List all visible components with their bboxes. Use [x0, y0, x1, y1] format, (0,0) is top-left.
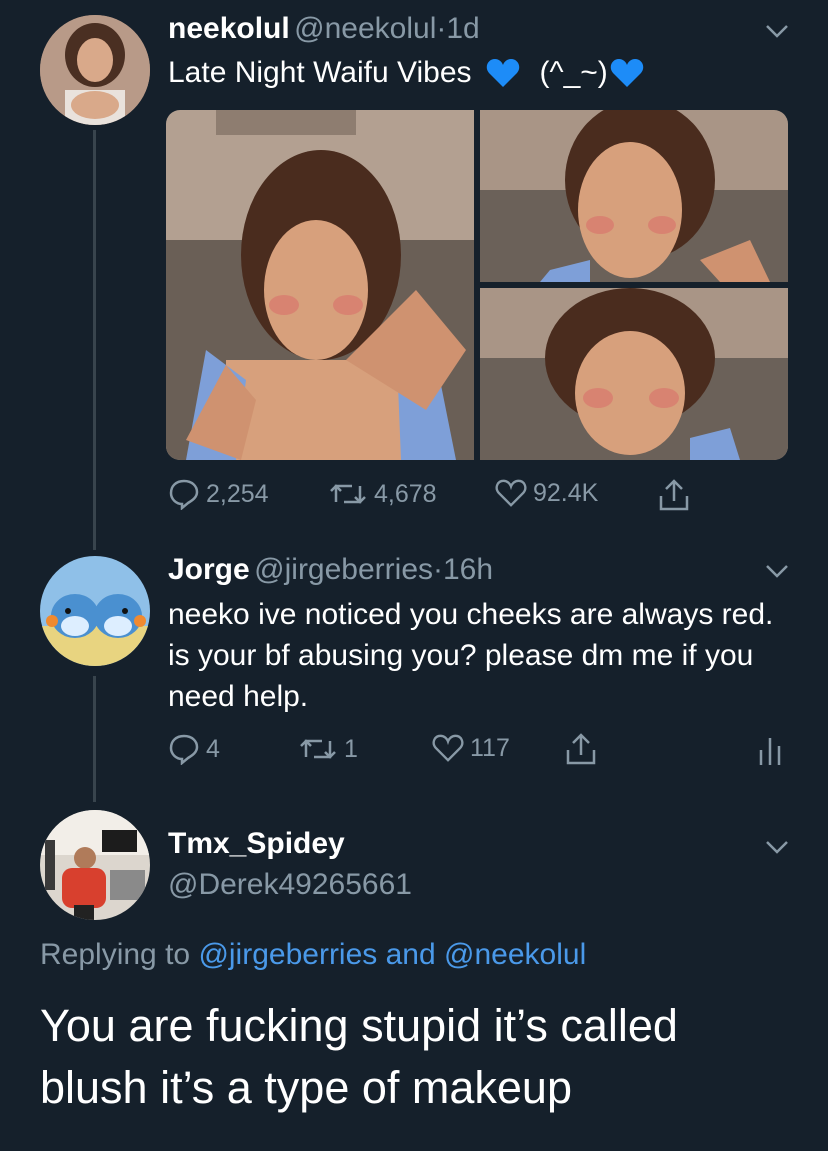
- reply-count: 4: [206, 734, 220, 763]
- tweet-time[interactable]: 1d: [446, 12, 479, 45]
- photo-3[interactable]: [480, 288, 788, 460]
- reply-icon: [169, 479, 199, 510]
- analytics-icon[interactable]: [758, 736, 782, 766]
- separator-dot: ·: [436, 12, 447, 45]
- author-handle[interactable]: @Derek49265661: [168, 868, 412, 902]
- share-icon[interactable]: [658, 478, 690, 512]
- tweet2-header: Jorge @jirgeberries·16h: [168, 553, 493, 587]
- blue-heart-icon: [486, 58, 519, 87]
- replying-and: and: [385, 938, 436, 971]
- like-button[interactable]: 92.4K: [495, 478, 598, 508]
- chevron-down-icon[interactable]: [764, 834, 790, 860]
- tweet-text: Late Night Waifu Vibes: [168, 56, 472, 89]
- blue-heart-icon: [610, 58, 644, 87]
- tweet-time[interactable]: 16h: [443, 553, 493, 586]
- author-name[interactable]: neekolul: [168, 12, 290, 45]
- reply-button[interactable]: 2,254: [168, 478, 269, 510]
- chevron-down-icon[interactable]: [764, 558, 790, 584]
- tweet2-text: neeko ive noticed you cheeks are always …: [168, 598, 774, 713]
- tweet1-header: neekolul @neekolul·1d: [168, 12, 480, 46]
- avatar-neekolul[interactable]: [40, 15, 150, 125]
- emoticon: (^_~): [539, 56, 608, 89]
- thread-line: [93, 130, 96, 550]
- heart-icon: [495, 479, 527, 507]
- retweet-icon: [330, 484, 366, 504]
- reply-count: 2,254: [206, 479, 269, 508]
- author-handle[interactable]: @neekolul: [294, 12, 436, 45]
- separator-dot: ·: [433, 553, 443, 586]
- share-icon[interactable]: [565, 732, 597, 766]
- photo-grid: [166, 110, 788, 460]
- author-name[interactable]: Jorge: [168, 553, 250, 586]
- heart-icon: [432, 734, 464, 762]
- photo-2[interactable]: [480, 110, 788, 282]
- retweet-count: 1: [344, 734, 358, 763]
- retweet-icon: [300, 739, 336, 759]
- retweet-button[interactable]: 1: [298, 733, 358, 765]
- like-button[interactable]: 117: [432, 733, 510, 763]
- chevron-down-icon[interactable]: [764, 18, 790, 44]
- mention-link[interactable]: @neekolul: [444, 938, 586, 971]
- replying-to: Replying to @jirgeberries and @neekolul: [40, 938, 586, 972]
- replying-prefix: Replying to: [40, 938, 191, 971]
- tweet3-text: You are fucking stupid it’s called blush…: [40, 1000, 678, 1113]
- avatar-tmx-spidey[interactable]: [40, 810, 150, 920]
- tweet1-text: Late Night Waifu Vibes (^_~): [168, 52, 644, 93]
- reply-icon: [169, 734, 199, 765]
- retweet-button[interactable]: 4,678: [328, 478, 437, 510]
- retweet-count: 4,678: [374, 479, 437, 508]
- avatar-jorge[interactable]: [40, 556, 150, 666]
- like-count: 117: [470, 733, 510, 762]
- reply-button[interactable]: 4: [168, 733, 220, 765]
- like-count: 92.4K: [533, 478, 599, 507]
- mention-link[interactable]: @jirgeberries: [198, 938, 377, 971]
- thread-line: [93, 676, 96, 802]
- author-handle[interactable]: @jirgeberries: [254, 553, 433, 586]
- photo-1[interactable]: [166, 110, 474, 460]
- author-name[interactable]: Tmx_Spidey: [168, 827, 345, 861]
